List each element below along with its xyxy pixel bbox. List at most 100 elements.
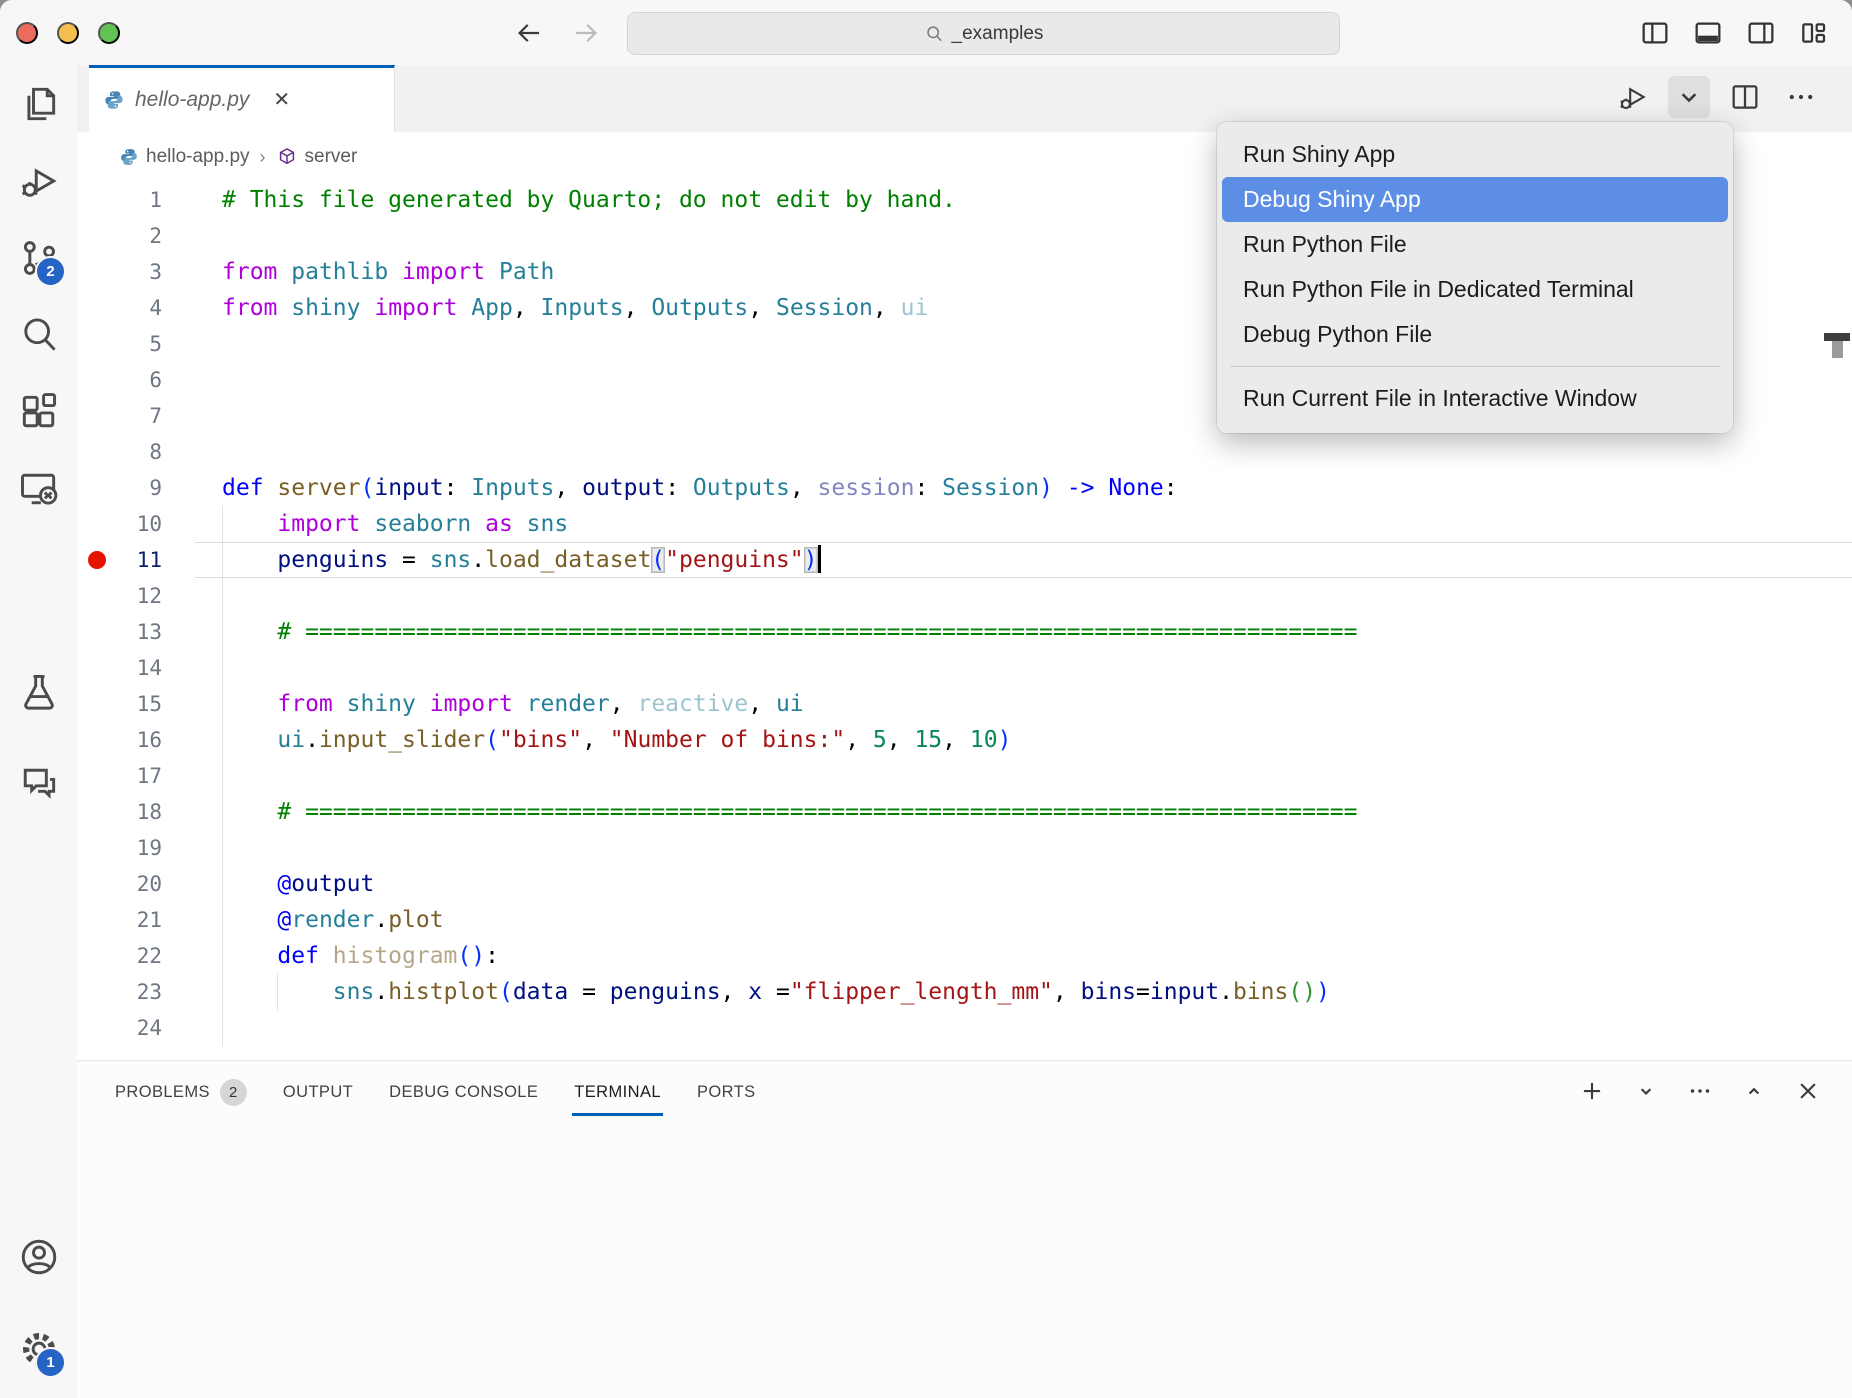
- activity-bar-item-run-debug[interactable]: [15, 159, 62, 206]
- line-number[interactable]: 10: [97, 506, 162, 542]
- menu-item-run-shiny-app[interactable]: Run Shiny App: [1222, 132, 1728, 177]
- activity-bar-item-remote-explorer[interactable]: [15, 467, 62, 514]
- code-line-12[interactable]: 12: [77, 578, 1852, 614]
- line-number[interactable]: 7: [97, 398, 162, 434]
- line-number[interactable]: 13: [97, 614, 162, 650]
- panel-maximize-chevron-up-button[interactable]: [1738, 1076, 1770, 1108]
- panel-close-button[interactable]: [1792, 1076, 1824, 1108]
- code-line-24[interactable]: 24: [77, 1010, 1852, 1046]
- line-number[interactable]: 5: [97, 326, 162, 362]
- line-number[interactable]: 20: [97, 866, 162, 902]
- run-debug-icon: [17, 159, 61, 203]
- code-line-20[interactable]: 20 @output: [77, 866, 1852, 902]
- line-number[interactable]: 14: [97, 650, 162, 686]
- line-number[interactable]: 24: [97, 1010, 162, 1046]
- line-number[interactable]: 11: [97, 542, 162, 578]
- panel-tab-terminal[interactable]: TERMINAL: [574, 1061, 661, 1123]
- line-number[interactable]: 22: [97, 938, 162, 974]
- activity-bar-item-extensions[interactable]: [15, 390, 62, 437]
- terminal-chevron-down-button[interactable]: [1630, 1076, 1662, 1108]
- menu-item-run-python-file-in-dedicated-terminal[interactable]: Run Python File in Dedicated Terminal: [1222, 267, 1728, 312]
- panel-tab-problems[interactable]: PROBLEMS2: [115, 1061, 247, 1123]
- code-line-18[interactable]: 18 # ===================================…: [77, 794, 1852, 830]
- code-line-19[interactable]: 19: [77, 830, 1852, 866]
- code-line-17[interactable]: 17: [77, 758, 1852, 794]
- code-line-15[interactable]: 15 from shiny import render, reactive, u…: [77, 686, 1852, 722]
- line-number[interactable]: 9: [97, 470, 162, 506]
- breadcrumb-symbol[interactable]: server: [276, 146, 358, 168]
- activity-bar-item-test-beaker[interactable]: [15, 670, 62, 717]
- panel-tab-label: PROBLEMS: [115, 1083, 210, 1102]
- minimize-window-button[interactable]: [57, 22, 79, 44]
- debug-run-icon: [1616, 80, 1650, 114]
- code-line-13[interactable]: 13 # ===================================…: [77, 614, 1852, 650]
- breadcrumb-file-label: hello-app.py: [146, 146, 250, 168]
- code-line-22[interactable]: 22 def histogram():: [77, 938, 1852, 974]
- menu-item-run-python-file[interactable]: Run Python File: [1222, 222, 1728, 267]
- code-line-21[interactable]: 21 @render.plot: [77, 902, 1852, 938]
- code-line-10[interactable]: 10 import seaborn as sns: [77, 506, 1852, 542]
- comments-icon: [17, 762, 61, 806]
- line-number[interactable]: 21: [97, 902, 162, 938]
- panel-tab-debug-console[interactable]: DEBUG CONSOLE: [389, 1061, 538, 1123]
- panel-maximize-chevron-up-icon: [1739, 1076, 1769, 1106]
- menu-item-debug-shiny-app[interactable]: Debug Shiny App: [1222, 177, 1728, 222]
- layout-sidebar-right-button[interactable]: [1745, 17, 1777, 49]
- activity-bar-item-comments[interactable]: [15, 762, 62, 809]
- code-line-8[interactable]: 8: [77, 434, 1852, 470]
- panel-tab-output[interactable]: OUTPUT: [283, 1061, 353, 1123]
- tab-close-icon[interactable]: ✕: [273, 90, 290, 110]
- code-line-16[interactable]: 16 ui.input_slider("bins", "Number of bi…: [77, 722, 1852, 758]
- line-number[interactable]: 12: [97, 578, 162, 614]
- line-number[interactable]: 17: [97, 758, 162, 794]
- activity-bar-item-account[interactable]: [15, 1235, 62, 1282]
- more-actions-button[interactable]: [1780, 76, 1822, 118]
- line-number[interactable]: 16: [97, 722, 162, 758]
- menu-item-run-current-file-in-interactive-window[interactable]: Run Current File in Interactive Window: [1222, 376, 1728, 421]
- line-number[interactable]: 1: [97, 182, 162, 218]
- activity-bar-item-search[interactable]: [15, 313, 62, 360]
- line-number[interactable]: 2: [97, 218, 162, 254]
- close-window-button[interactable]: [16, 22, 38, 44]
- line-number[interactable]: 15: [97, 686, 162, 722]
- panel-more-button[interactable]: [1684, 1076, 1716, 1108]
- bottom-panel: PROBLEMS2 OUTPUT DEBUG CONSOLE TERMINAL PORT…: [77, 1060, 1852, 1398]
- menu-item-debug-python-file[interactable]: Debug Python File: [1222, 312, 1728, 357]
- line-number[interactable]: 4: [97, 290, 162, 326]
- zoom-window-button[interactable]: [98, 22, 120, 44]
- breadcrumb-file[interactable]: hello-app.py: [119, 146, 250, 168]
- line-number[interactable]: 3: [97, 254, 162, 290]
- panel-tab-label: PORTS: [697, 1083, 756, 1102]
- code-line-11[interactable]: 11 penguins = sns.load_dataset("penguins…: [77, 542, 1852, 578]
- layout-panel-button[interactable]: [1692, 17, 1724, 49]
- code-text: penguins = sns.load_dataset("penguins"): [222, 542, 1852, 578]
- line-number[interactable]: 23: [97, 974, 162, 1010]
- code-line-9[interactable]: 9def server(input: Inputs, output: Outpu…: [77, 470, 1852, 506]
- code-line-23[interactable]: 23 sns.histplot(data = penguins, x ="fli…: [77, 974, 1852, 1010]
- line-number[interactable]: 8: [97, 434, 162, 470]
- code-text: import seaborn as sns: [222, 506, 1852, 542]
- line-number[interactable]: 18: [97, 794, 162, 830]
- workspace-search-box[interactable]: _examples: [627, 12, 1340, 55]
- panel-more-icon: [1685, 1076, 1715, 1106]
- layout-customize-button[interactable]: [1798, 17, 1830, 49]
- debug-run-button[interactable]: [1612, 76, 1654, 118]
- line-number[interactable]: 6: [97, 362, 162, 398]
- files-icon: [17, 82, 61, 126]
- line-number[interactable]: 19: [97, 830, 162, 866]
- layout-sidebar-left-button[interactable]: [1639, 17, 1671, 49]
- code-text: @render.plot: [222, 902, 1852, 938]
- code-text: ui.input_slider("bins", "Number of bins:…: [222, 722, 1852, 758]
- tab-hello-app[interactable]: hello-app.py ✕: [89, 65, 395, 132]
- split-editor-button[interactable]: [1724, 76, 1766, 118]
- activity-bar-item-files[interactable]: [15, 82, 62, 129]
- new-terminal-plus-button[interactable]: [1576, 1076, 1608, 1108]
- terminal-chevron-down-icon: [1631, 1076, 1661, 1106]
- activity-bar-item-source-control[interactable]: 2: [15, 236, 62, 283]
- back-button[interactable]: [514, 18, 544, 48]
- panel-tab-ports[interactable]: PORTS: [697, 1061, 756, 1123]
- activity-bar-item-settings-gear[interactable]: 1: [15, 1327, 62, 1374]
- forward-button[interactable]: [571, 18, 601, 48]
- dropdown-chevron-button[interactable]: [1668, 76, 1710, 118]
- code-line-14[interactable]: 14: [77, 650, 1852, 686]
